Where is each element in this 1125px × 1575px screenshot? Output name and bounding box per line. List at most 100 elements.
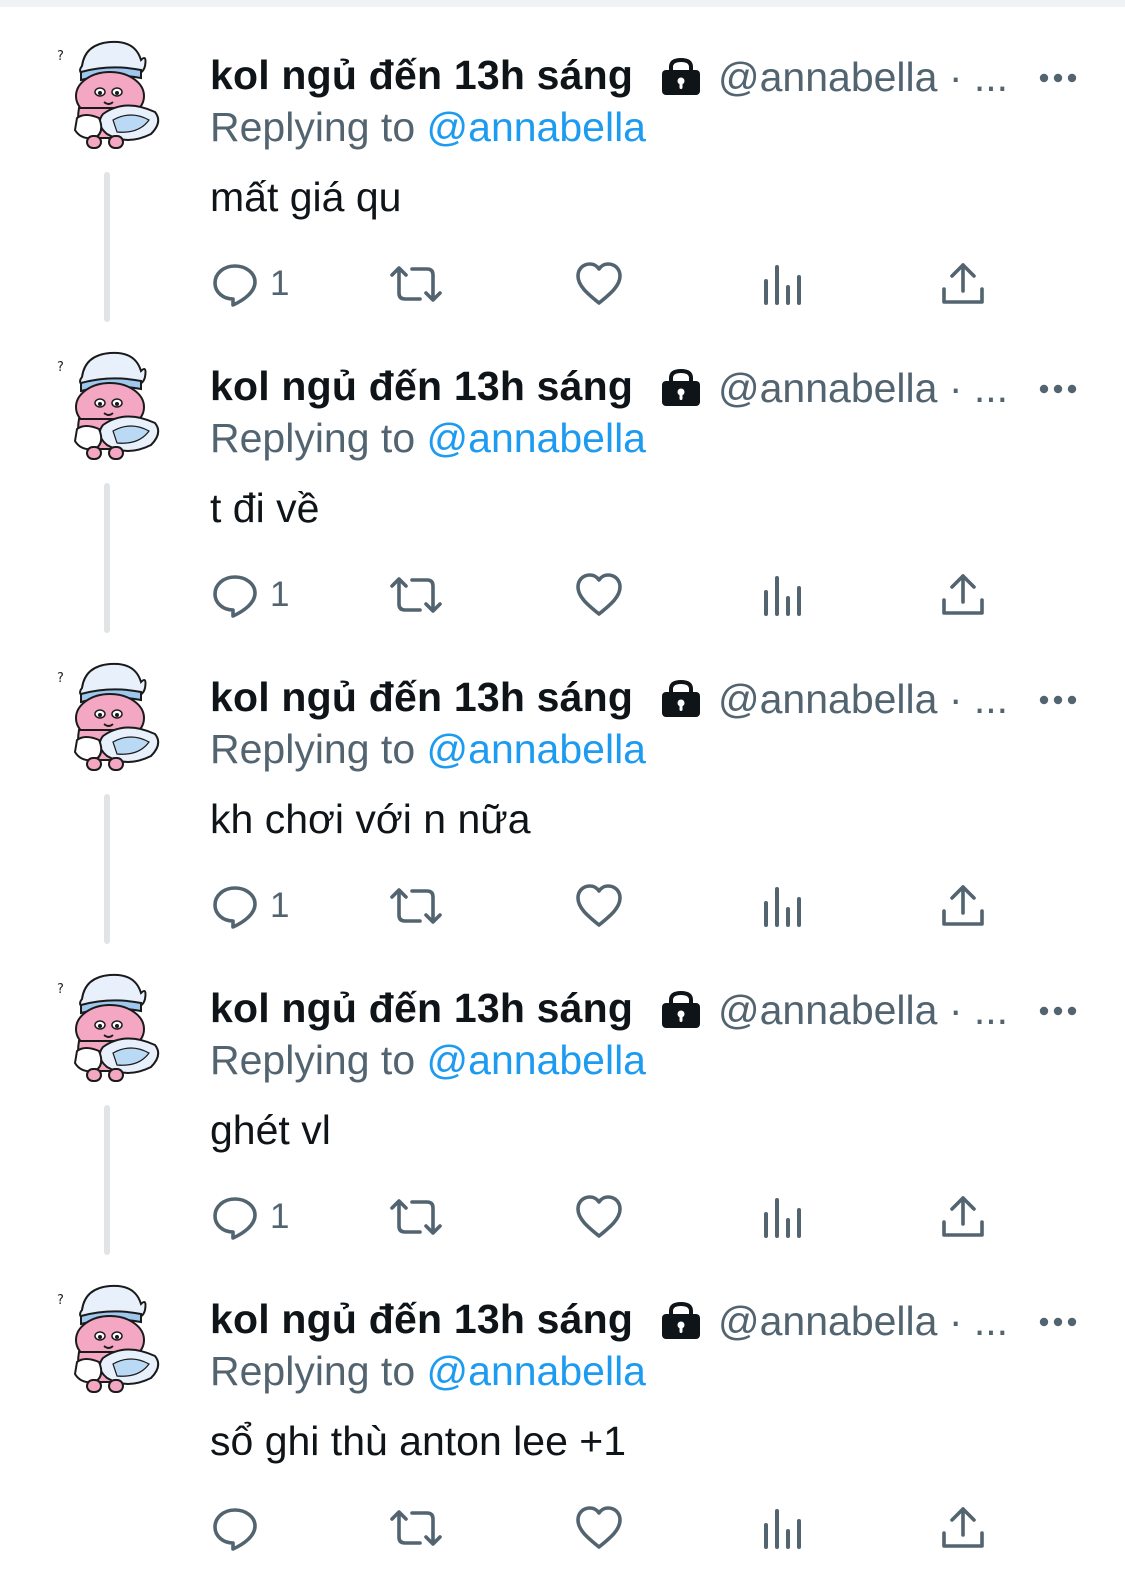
replying-to-prefix: Replying to (210, 1348, 416, 1394)
reply-button[interactable]: 1 (210, 256, 289, 312)
display-name[interactable]: kol ngủ đến 13h sáng (210, 674, 633, 721)
more-dots-icon[interactable] (1038, 58, 1078, 98)
tweet[interactable]: ? kol ngủ đến 13h sáng @annabella · ... … (0, 0, 1125, 322)
like-button[interactable] (574, 1500, 624, 1556)
reply-thread: ? kol ngủ đến 13h sáng @annabella · ... … (0, 0, 1125, 1575)
more-dots-icon[interactable] (1038, 369, 1078, 409)
views-chart-icon (758, 881, 808, 931)
retweet-button[interactable] (388, 878, 444, 934)
avatar[interactable]: ? (55, 1280, 170, 1396)
replying-to-line: Replying to @annabella (210, 415, 646, 462)
tweet-actions: 1 (210, 256, 1010, 316)
replying-to-line: Replying to @annabella (210, 726, 646, 773)
tweet-header: kol ngủ đến 13h sáng @annabella · ... (210, 46, 1080, 106)
share-button[interactable] (938, 1189, 988, 1245)
reply-bubble-icon (210, 259, 260, 309)
views-chart-icon (758, 570, 808, 620)
avatar[interactable]: ? (55, 347, 170, 463)
replying-to-line: Replying to @annabella (210, 1348, 646, 1395)
reply-bubble-icon (210, 881, 260, 931)
display-name[interactable]: kol ngủ đến 13h sáng (210, 52, 633, 99)
svg-text:?: ? (57, 671, 64, 686)
handle-and-timestamp[interactable]: @annabella · ... (718, 365, 1008, 412)
share-upload-icon (938, 881, 988, 931)
replying-to-prefix: Replying to (210, 104, 416, 150)
reply-button[interactable]: 1 (210, 878, 289, 934)
handle-and-timestamp[interactable]: @annabella · ... (718, 676, 1008, 723)
heart-icon (574, 881, 624, 931)
tweet-text: sổ ghi thù anton lee +1 (210, 1418, 627, 1464)
replying-to-mention-link[interactable]: @annabella (427, 726, 646, 772)
reply-count: 1 (270, 1197, 290, 1236)
retweet-button[interactable] (388, 1189, 444, 1245)
views-button[interactable] (758, 1189, 808, 1245)
retweet-button[interactable] (388, 1500, 444, 1556)
svg-text:?: ? (57, 360, 64, 375)
tweet-header: kol ngủ đến 13h sáng @annabella · ... (210, 357, 1080, 417)
tweet[interactable]: ? kol ngủ đến 13h sáng @annabella · ... … (0, 1244, 1125, 1555)
heart-icon (574, 570, 624, 620)
reply-button[interactable]: 1 (210, 1189, 289, 1245)
display-name[interactable]: kol ngủ đến 13h sáng (210, 363, 633, 410)
replying-to-mention-link[interactable]: @annabella (427, 104, 646, 150)
retweet-button[interactable] (388, 567, 444, 623)
handle-and-timestamp[interactable]: @annabella · ... (718, 987, 1008, 1034)
views-button[interactable] (758, 567, 808, 623)
reply-bubble-icon (210, 1503, 260, 1553)
views-button[interactable] (758, 256, 808, 312)
like-button[interactable] (574, 567, 624, 623)
avatar-image: ? (57, 662, 160, 771)
replying-to-prefix: Replying to (210, 415, 416, 461)
tweet[interactable]: ? kol ngủ đến 13h sáng @annabella · ... … (0, 933, 1125, 1255)
share-button[interactable] (938, 256, 988, 312)
like-button[interactable] (574, 878, 624, 934)
thread-connector-line (104, 794, 110, 944)
avatar[interactable]: ? (55, 658, 170, 774)
heart-icon (574, 1192, 624, 1242)
share-button[interactable] (938, 1500, 988, 1556)
share-upload-icon (938, 1192, 988, 1242)
views-button[interactable] (758, 878, 808, 934)
more-dots-icon[interactable] (1038, 991, 1078, 1031)
replying-to-mention-link[interactable]: @annabella (427, 1348, 646, 1394)
tweet-actions: 1 (210, 567, 1010, 627)
tweet-header: kol ngủ đến 13h sáng @annabella · ... (210, 1290, 1080, 1350)
avatar[interactable]: ? (55, 969, 170, 1085)
share-button[interactable] (938, 878, 988, 934)
reply-button[interactable]: 1 (210, 567, 289, 623)
svg-text:?: ? (57, 49, 64, 64)
avatar[interactable]: ? (55, 36, 170, 152)
tweet[interactable]: ? kol ngủ đến 13h sáng @annabella · ... … (0, 622, 1125, 944)
lock-icon (660, 57, 702, 96)
replying-to-mention-link[interactable]: @annabella (427, 415, 646, 461)
avatar-image: ? (57, 973, 160, 1082)
reply-bubble-icon (210, 1192, 260, 1242)
reply-count: 1 (270, 886, 290, 925)
replying-to-line: Replying to @annabella (210, 104, 646, 151)
tweet[interactable]: ? kol ngủ đến 13h sáng @annabella · ... … (0, 311, 1125, 633)
views-button[interactable] (758, 1500, 808, 1556)
heart-icon (574, 259, 624, 309)
replying-to-line: Replying to @annabella (210, 1037, 646, 1084)
lock-icon (660, 1301, 702, 1340)
more-dots-icon[interactable] (1038, 680, 1078, 720)
retweet-icon (388, 570, 444, 620)
retweet-icon (388, 1503, 444, 1553)
share-upload-icon (938, 1503, 988, 1553)
svg-text:?: ? (57, 982, 64, 997)
share-button[interactable] (938, 567, 988, 623)
tweet-text: t đi về (210, 485, 320, 531)
like-button[interactable] (574, 1189, 624, 1245)
retweet-icon (388, 1192, 444, 1242)
tweet-header: kol ngủ đến 13h sáng @annabella · ... (210, 979, 1080, 1039)
retweet-button[interactable] (388, 256, 444, 312)
handle-and-timestamp[interactable]: @annabella · ... (718, 54, 1008, 101)
display-name[interactable]: kol ngủ đến 13h sáng (210, 985, 633, 1032)
handle-and-timestamp[interactable]: @annabella · ... (718, 1298, 1008, 1345)
like-button[interactable] (574, 256, 624, 312)
display-name[interactable]: kol ngủ đến 13h sáng (210, 1296, 633, 1343)
tweet-actions: 1 (210, 1189, 1010, 1249)
replying-to-mention-link[interactable]: @annabella (427, 1037, 646, 1083)
reply-button[interactable] (210, 1500, 270, 1556)
more-dots-icon[interactable] (1038, 1302, 1078, 1342)
